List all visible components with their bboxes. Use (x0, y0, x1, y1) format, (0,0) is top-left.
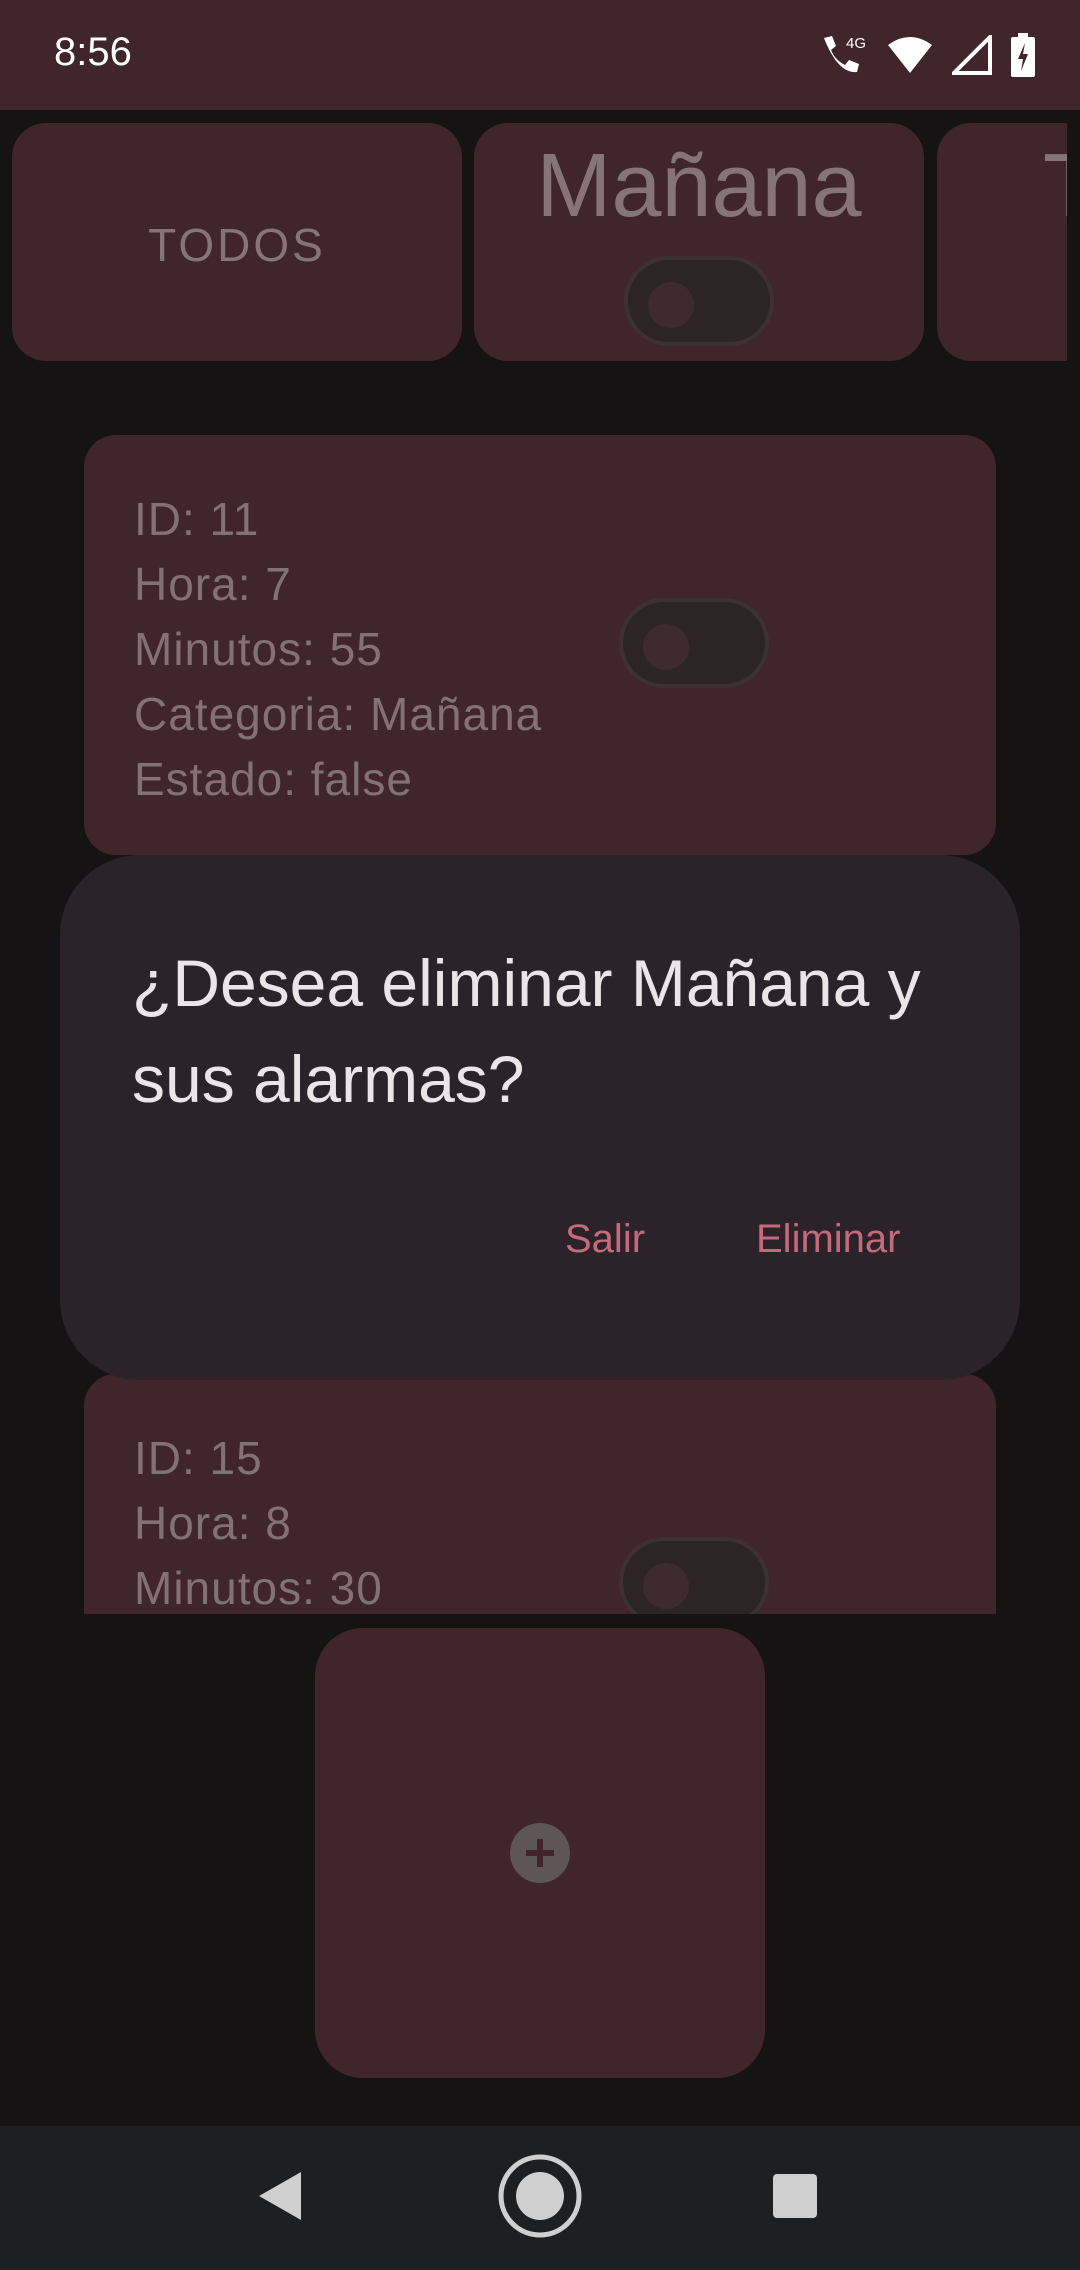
alarm-category: Categoria: Mañana (134, 688, 543, 740)
delete-category-dialog: ¿Desea eliminar Mañana y sus alarmas? Sa… (60, 855, 1020, 1380)
dialog-message: ¿Desea eliminar Mañana y sus alarmas? (132, 946, 921, 1116)
alarm-toggle[interactable] (619, 1537, 769, 1614)
wifi-calling-icon: 4G (818, 32, 868, 78)
alarm-id: ID: 11 (134, 493, 260, 545)
recents-icon (772, 2173, 818, 2224)
alarm-hour: Hora: 7 (134, 558, 292, 610)
status-bar: 8:56 4G (0, 0, 1080, 110)
category-chip-partial[interactable]: T (937, 123, 1067, 361)
category-label: Mañana (536, 136, 862, 236)
category-label: TODOS (148, 219, 326, 271)
alarm-card[interactable]: ID: 11 Hora: 7 Minutos: 55 Categoria: Ma… (84, 435, 996, 855)
category-label: T (1043, 135, 1067, 238)
toggle-knob (643, 624, 689, 670)
alarm-toggle[interactable] (619, 598, 769, 688)
category-toggle[interactable] (624, 256, 774, 346)
add-alarm-button[interactable] (315, 1628, 765, 2078)
network-type-label: 4G (846, 35, 866, 52)
category-chip-manana[interactable]: Mañana (474, 123, 924, 361)
toggle-knob (643, 1563, 689, 1609)
status-icons: 4G (818, 30, 1036, 80)
home-icon (497, 2153, 583, 2244)
back-button[interactable] (240, 2126, 320, 2270)
home-button[interactable] (490, 2126, 590, 2270)
alarm-id: ID: 15 (134, 1432, 263, 1484)
alarm-minutes: Minutos: 30 (134, 1562, 383, 1614)
signal-icon (952, 35, 992, 75)
cancel-button[interactable]: Salir (565, 1217, 645, 1262)
alarm-hour: Hora: 8 (134, 1497, 292, 1549)
back-icon (257, 2170, 303, 2227)
navigation-bar (0, 2126, 1080, 2270)
delete-button[interactable]: Eliminar (756, 1217, 900, 1262)
alarm-state: Estado: false (134, 753, 413, 805)
category-chip-todos[interactable]: TODOS (12, 123, 462, 361)
alarm-card[interactable]: ID: 15 Hora: 8 Minutos: 30 (84, 1374, 996, 1614)
recents-button[interactable] (755, 2126, 835, 2270)
toggle-knob (648, 282, 694, 328)
battery-charging-icon (1010, 33, 1036, 77)
status-time: 8:56 (54, 30, 132, 74)
alarm-details: ID: 15 Hora: 8 Minutos: 30 (134, 1426, 383, 1614)
wifi-icon (886, 35, 934, 75)
alarm-minutes: Minutos: 55 (134, 623, 383, 675)
add-circle-icon (510, 1823, 570, 1883)
alarm-details: ID: 11 Hora: 7 Minutos: 55 Categoria: Ma… (134, 487, 542, 812)
